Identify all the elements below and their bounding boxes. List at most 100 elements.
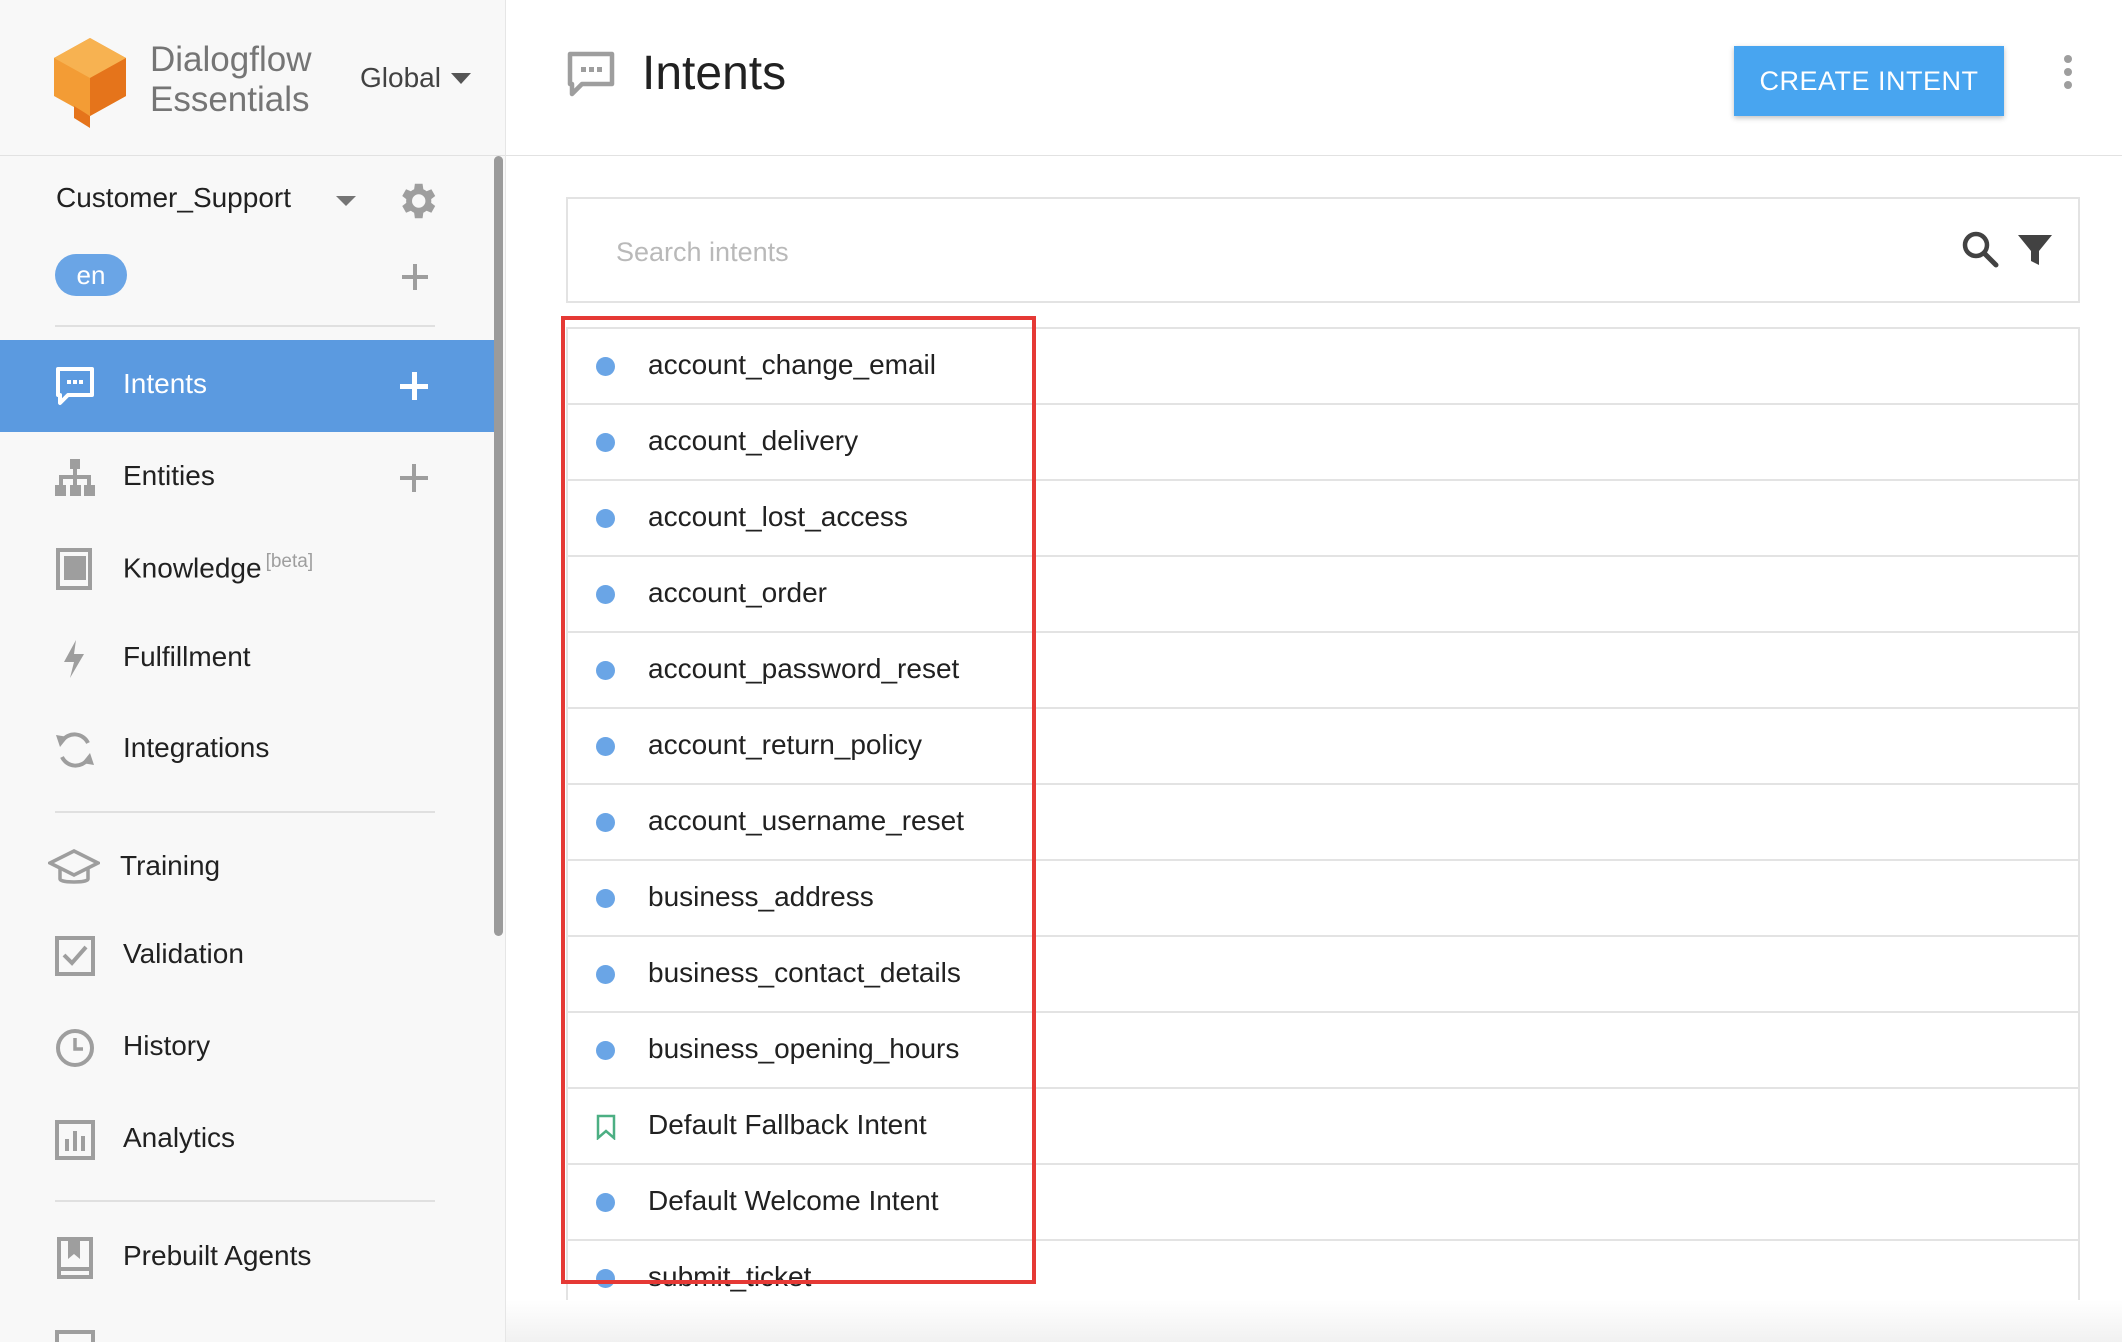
intent-name[interactable]: Default Fallback Intent <box>648 1109 927 1141</box>
intent-status-dot <box>596 737 615 756</box>
search-input[interactable] <box>614 229 1918 275</box>
sidebar-item-validation[interactable]: Validation <box>0 910 495 1002</box>
region-selector[interactable]: Global <box>360 62 471 94</box>
intent-row[interactable]: account_change_email <box>568 329 2078 405</box>
sidebar-item-label: Training <box>120 850 221 881</box>
page-title: Intents <box>642 47 787 100</box>
intent-row[interactable]: account_lost_access <box>568 481 2078 557</box>
intent-status-dot <box>596 661 615 680</box>
add-entity-icon[interactable] <box>398 462 430 494</box>
intent-row[interactable]: business_opening_hours <box>568 1013 2078 1089</box>
search-bar <box>566 197 2080 303</box>
intent-row[interactable]: account_username_reset <box>568 785 2078 861</box>
sidebar-item-label: Analytics <box>123 1122 236 1153</box>
sidebar-item-integrations[interactable]: Integrations <box>0 704 495 796</box>
sidebar-item-fulfillment[interactable]: Fulfillment <box>0 613 495 705</box>
checkbox-icon <box>55 936 95 976</box>
intent-status-dot <box>596 1041 615 1060</box>
sidebar-scrollbar[interactable] <box>494 156 503 936</box>
intent-row[interactable]: account_delivery <box>568 405 2078 481</box>
agent-dropdown-icon[interactable] <box>336 196 356 206</box>
beta-badge: [beta] <box>265 551 314 572</box>
agent-selector-row: Customer_Support <box>56 178 446 224</box>
sidebar-divider <box>55 325 435 327</box>
sidebar-item-prebuilt-agents[interactable]: Prebuilt Agents <box>0 1212 495 1304</box>
intent-row[interactable]: Default Fallback Intent <box>568 1089 2078 1165</box>
chat-bubble-icon <box>56 367 94 405</box>
language-pill[interactable]: en <box>55 254 127 296</box>
hierarchy-icon <box>55 459 95 496</box>
sidebar-divider <box>55 1200 435 1202</box>
clock-icon <box>56 1029 94 1067</box>
region-label: Global <box>360 62 441 93</box>
intent-row[interactable]: account_password_reset <box>568 633 2078 709</box>
intent-row[interactable]: account_order <box>568 557 2078 633</box>
intent-status-dot <box>596 1193 615 1212</box>
agent-name[interactable]: Customer_Support <box>56 182 291 214</box>
intent-list: account_change_email account_deliveryacco… <box>566 327 2080 1317</box>
sidebar-item-next-partial[interactable] <box>0 1304 495 1342</box>
more-options-icon[interactable] <box>2058 55 2078 95</box>
bookmark-icon <box>596 1114 616 1140</box>
sidebar-item-intents[interactable]: Intents <box>0 340 495 432</box>
main-header: Intents CREATE INTENT <box>506 0 2122 156</box>
bar-chart-icon <box>55 1120 95 1160</box>
product-name-line2: Essentials <box>150 80 310 119</box>
page-bottom-shade <box>506 1300 2122 1342</box>
intent-name[interactable]: account_return_policy <box>648 729 922 761</box>
create-intent-button[interactable]: CREATE INTENT <box>1734 46 2004 116</box>
intent-name[interactable]: business_opening_hours <box>648 1033 959 1065</box>
caret-down-icon <box>450 72 471 84</box>
add-language-icon[interactable] <box>400 262 430 292</box>
intent-name[interactable]: account_order <box>648 577 827 609</box>
add-intent-icon[interactable] <box>398 370 430 402</box>
intent-name[interactable]: Default Welcome Intent <box>648 1185 939 1217</box>
sidebar-item-label: Entities <box>123 460 215 491</box>
bookmark-book-icon <box>57 1237 93 1279</box>
sidebar-item-entities[interactable]: Entities <box>0 432 495 524</box>
sidebar-item-label: Integrations <box>123 732 270 763</box>
sidebar: Dialogflow Essentials Global Customer_Su… <box>0 0 506 1342</box>
sidebar-divider <box>55 811 435 813</box>
lightning-icon <box>64 640 84 678</box>
intent-name[interactable]: account_username_reset <box>648 805 964 837</box>
filter-icon[interactable] <box>2016 231 2054 269</box>
sidebar-item-label: History <box>123 1030 211 1061</box>
intent-status-dot <box>596 889 615 908</box>
sync-icon <box>56 732 94 768</box>
intent-name[interactable]: account_change_email <box>648 349 936 381</box>
intent-status-dot <box>596 1269 615 1288</box>
chat-square-icon <box>55 1330 95 1342</box>
intent-row[interactable]: business_address <box>568 861 2078 937</box>
intent-status-dot <box>596 585 615 604</box>
gear-icon[interactable] <box>394 178 440 224</box>
sidebar-item-analytics[interactable]: Analytics <box>0 1094 495 1186</box>
intent-status-dot <box>596 509 615 528</box>
sidebar-item-label: Validation <box>123 938 244 969</box>
intent-name[interactable]: submit_ticket <box>648 1261 811 1293</box>
sidebar-item-label: Knowledge [beta] <box>123 551 313 584</box>
sidebar-item-label: Intents <box>123 368 208 399</box>
intent-name[interactable]: business_address <box>648 881 874 913</box>
intent-name[interactable]: account_delivery <box>648 425 858 457</box>
brand-header: Dialogflow Essentials Global <box>0 0 505 156</box>
product-name: Dialogflow Essentials <box>150 40 311 120</box>
intent-row[interactable]: business_contact_details <box>568 937 2078 1013</box>
intent-name[interactable]: business_contact_details <box>648 957 961 989</box>
dialogflow-logo-icon[interactable] <box>50 34 130 129</box>
sidebar-item-history[interactable]: History <box>0 1002 495 1094</box>
intent-name[interactable]: account_password_reset <box>648 653 959 685</box>
search-icon[interactable] <box>1960 229 2000 269</box>
intent-row[interactable]: Default Welcome Intent <box>568 1165 2078 1241</box>
sidebar-item-label: Prebuilt Agents <box>123 1240 312 1271</box>
intent-status-dot <box>596 965 615 984</box>
intent-name[interactable]: account_lost_access <box>648 501 908 533</box>
product-name-line1: Dialogflow <box>150 40 312 79</box>
intent-row[interactable]: account_return_policy <box>568 709 2078 785</box>
sidebar-item-training[interactable]: Training <box>0 822 495 914</box>
book-icon <box>56 548 92 590</box>
chat-bubble-icon <box>567 51 615 97</box>
sidebar-item-knowledge[interactable]: Knowledge [beta] <box>0 523 495 615</box>
intent-status-dot <box>596 357 615 376</box>
knowledge-label: Knowledge <box>123 552 262 584</box>
